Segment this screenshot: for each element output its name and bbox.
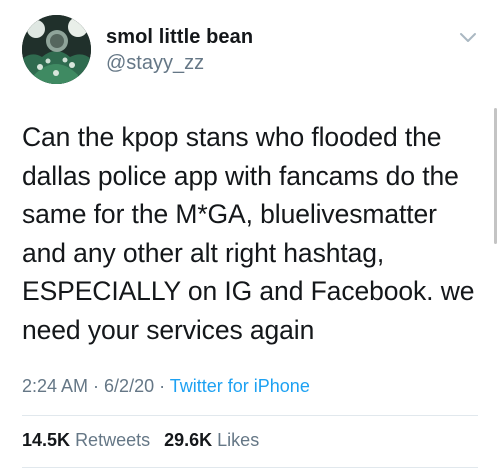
chevron-down-icon[interactable] xyxy=(458,31,478,45)
likes-label: Likes xyxy=(217,430,260,450)
avatar[interactable] xyxy=(22,15,91,84)
likes-stat[interactable]: 29.6K Likes xyxy=(164,430,259,450)
user-handle[interactable]: @stayy_zz xyxy=(106,52,204,75)
tweet-source-link[interactable]: Twitter for iPhone xyxy=(170,376,310,396)
engagement-stats: 14.5K Retweets 29.6K Likes xyxy=(22,430,259,451)
tweet-time[interactable]: 2:24 AM xyxy=(22,376,88,396)
likes-count: 29.6K xyxy=(164,430,213,450)
meta-separator: · xyxy=(154,376,170,396)
divider xyxy=(22,415,478,416)
retweets-stat[interactable]: 14.5K Retweets xyxy=(22,430,150,450)
retweets-count: 14.5K xyxy=(22,430,71,450)
tweet-text: Can the kpop stans who flooded the dalla… xyxy=(22,122,475,345)
tweet-meta: 2:24 AM · 6/2/20 · Twitter for iPhone xyxy=(22,376,310,397)
tweet-date[interactable]: 6/2/20 xyxy=(104,376,154,396)
tweet-card: smol little bean @stayy_zz Can the kpop … xyxy=(0,0,500,468)
meta-separator: · xyxy=(88,376,105,396)
display-name[interactable]: smol little bean xyxy=(106,26,253,49)
scrollbar[interactable] xyxy=(494,108,497,244)
avatar-image xyxy=(22,15,91,84)
retweets-label: Retweets xyxy=(75,430,151,450)
